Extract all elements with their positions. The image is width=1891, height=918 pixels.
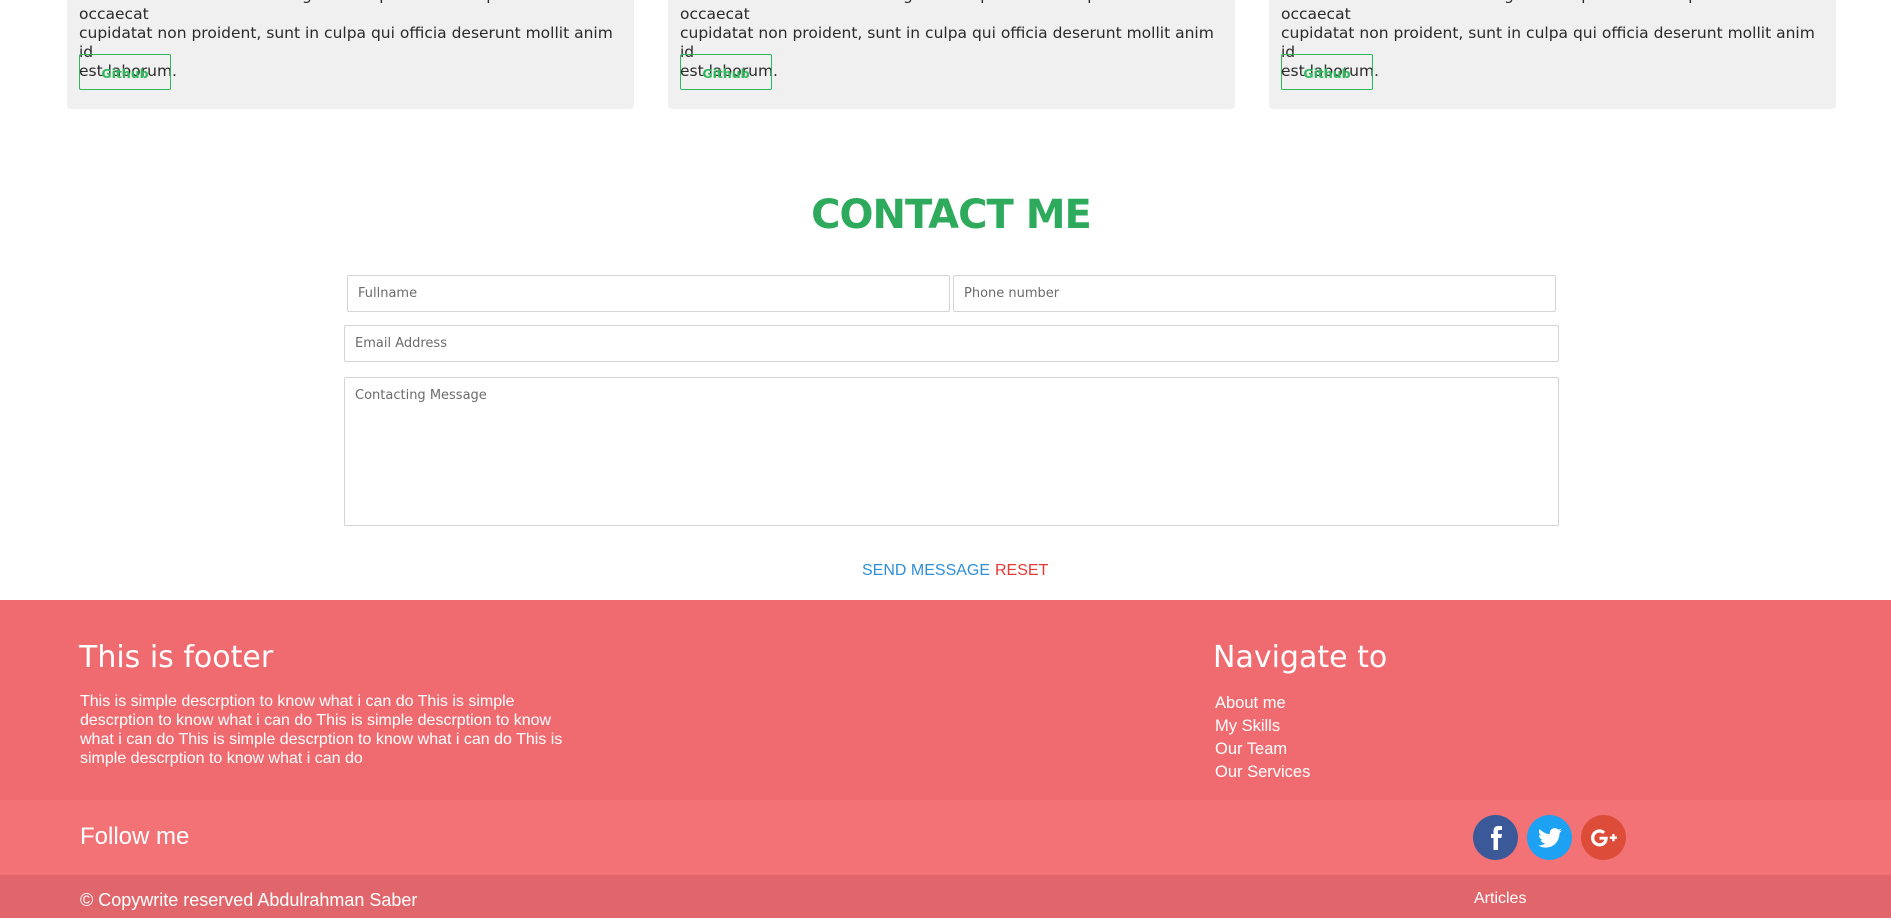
message-textarea[interactable] (344, 377, 1559, 526)
project-description-line: velit esse cillum dolore eu fugiat nulla… (79, 0, 561, 23)
follow-title: Follow me (80, 823, 190, 850)
reset-button[interactable]: RESET (995, 561, 1048, 581)
google-plus-icon[interactable] (1581, 815, 1626, 860)
page: velit esse cillum dolore eu fugiat nulla… (0, 0, 1891, 918)
github-button[interactable]: Github (680, 54, 772, 90)
footer-nav-services[interactable]: Our Services (1215, 761, 1310, 784)
github-button[interactable]: Github (79, 54, 171, 90)
copyright-text: © Copywrite reserved Abdulrahman Saber (80, 890, 418, 910)
twitter-glyph (1537, 827, 1562, 848)
phone-input[interactable] (953, 275, 1556, 312)
project-card: velit esse cillum dolore eu fugiat nulla… (1269, 0, 1836, 109)
footer-description: This is simple descrption to know what i… (80, 693, 563, 767)
github-button[interactable]: Github (1281, 54, 1373, 90)
project-description-line: velit esse cillum dolore eu fugiat nulla… (680, 0, 1162, 23)
send-message-button[interactable]: SEND MESSAGE (862, 561, 990, 581)
footer-nav-list: About me My Skills Our Team Our Services (1215, 692, 1310, 784)
email-input[interactable] (344, 325, 1559, 362)
facebook-glyph (1490, 825, 1502, 850)
footer-nav-heading: Navigate to (1213, 640, 1388, 675)
footer-heading: This is footer (79, 640, 274, 675)
articles-link[interactable]: Articles (1474, 890, 1526, 908)
facebook-icon[interactable] (1473, 815, 1518, 860)
twitter-icon[interactable] (1527, 815, 1572, 860)
footer-nav-skills[interactable]: My Skills (1215, 715, 1310, 738)
project-card: velit esse cillum dolore eu fugiat nulla… (67, 0, 634, 109)
google-plus-glyph (1590, 828, 1617, 846)
fullname-input[interactable] (347, 275, 950, 312)
contact-title: CONTACT ME (811, 192, 1092, 238)
footer-nav-about[interactable]: About me (1215, 692, 1310, 715)
project-card: velit esse cillum dolore eu fugiat nulla… (668, 0, 1235, 109)
project-description-line: velit esse cillum dolore eu fugiat nulla… (1281, 0, 1763, 23)
footer-nav-team[interactable]: Our Team (1215, 738, 1310, 761)
